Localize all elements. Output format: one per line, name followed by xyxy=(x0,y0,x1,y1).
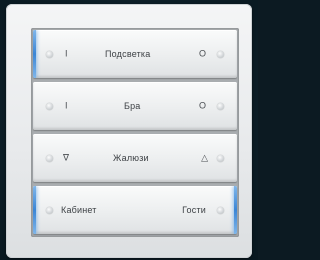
key-label-blinds: Жалюзи xyxy=(113,153,149,163)
key-backlight[interactable]: I Подсветка O xyxy=(33,30,237,78)
on-symbol: I xyxy=(65,48,68,59)
key-scenes[interactable]: Кабинет Гости xyxy=(33,186,237,234)
key-blinds[interactable]: ∇ Жалюзи △ xyxy=(33,134,237,182)
status-led-right xyxy=(217,103,224,110)
up-arrow-icon: △ xyxy=(201,152,208,163)
status-led-left xyxy=(46,207,53,214)
off-symbol: O xyxy=(198,48,206,59)
status-led-left xyxy=(46,51,53,58)
key-label-backlight: Подсветка xyxy=(105,49,151,59)
photo-scene: I Подсветка O I Бра O ∇ Жалюзи △ Кабинет… xyxy=(0,0,258,260)
down-arrow-icon: ∇ xyxy=(63,152,70,163)
key-label-office: Кабинет xyxy=(61,205,97,215)
status-led-left xyxy=(46,103,53,110)
key-label-sconce: Бра xyxy=(124,101,141,111)
switch-frame: I Подсветка O I Бра O ∇ Жалюзи △ Кабинет… xyxy=(6,4,252,258)
off-symbol: O xyxy=(198,100,206,111)
status-led-right xyxy=(217,207,224,214)
status-led-left xyxy=(46,155,53,162)
status-led-right xyxy=(217,51,224,58)
status-led-right xyxy=(217,155,224,162)
key-sconce[interactable]: I Бра O xyxy=(33,82,237,130)
key-label-guests: Гости xyxy=(182,205,206,215)
switch-plate: I Подсветка O I Бра O ∇ Жалюзи △ Кабинет… xyxy=(31,28,239,237)
on-symbol: I xyxy=(65,100,68,111)
